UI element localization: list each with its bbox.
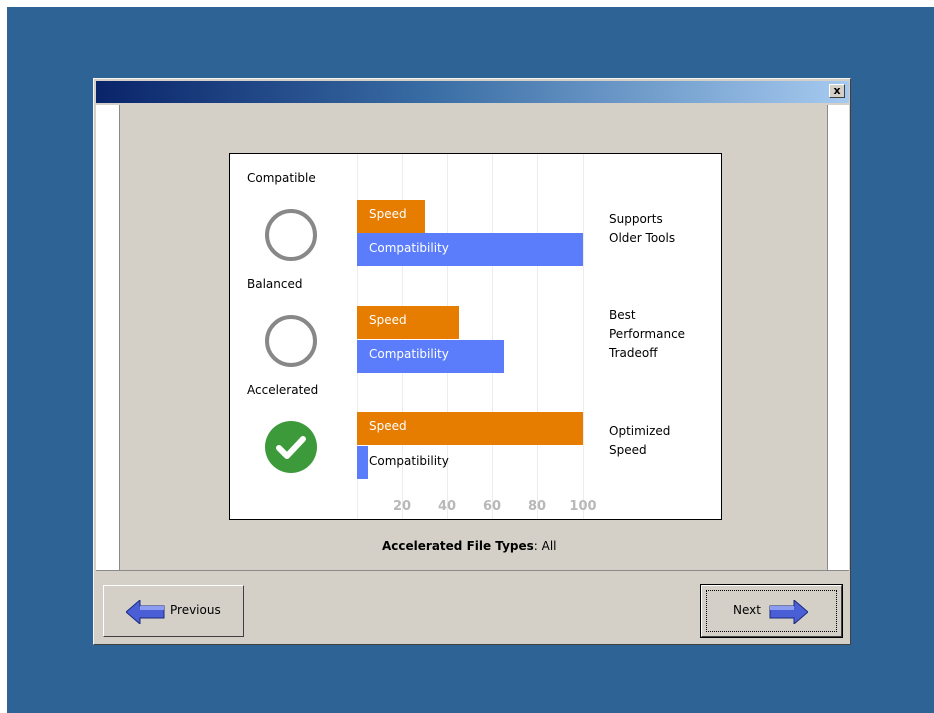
file-types-value: : All: [533, 539, 557, 553]
close-button[interactable]: x: [829, 84, 845, 98]
divider: [96, 570, 849, 571]
left-border-strip: [96, 105, 120, 571]
grid-line: [492, 154, 493, 519]
axis-tick-label: 100: [569, 499, 597, 514]
right-border-strip: [827, 105, 849, 571]
arrow-right-icon: [769, 600, 808, 624]
next-button[interactable]: Next: [700, 584, 843, 638]
description-line: Tradeoff: [609, 346, 658, 360]
compatibility-bar: [357, 446, 368, 479]
description-line: Optimized: [609, 424, 671, 438]
option-compatible-title: Compatible: [247, 171, 316, 185]
option-accelerated-title: Accelerated: [247, 383, 319, 397]
description-line: Speed: [609, 443, 647, 457]
compatibility-bar-label: Compatibility: [369, 241, 449, 255]
axis-tick-label: 80: [527, 499, 547, 514]
previous-button-label: Previous: [170, 603, 221, 617]
description-line: Supports: [609, 212, 663, 226]
file-types-label: Accelerated File Types: [382, 539, 534, 553]
setup-dialog: x Compatible Speed Compatibility Support…: [93, 78, 851, 645]
accelerated-file-types: Accelerated File Types: All: [382, 539, 557, 553]
next-button-label: Next: [733, 603, 761, 617]
option-compatible-radio-icon[interactable]: [265, 209, 317, 261]
option-balanced-title: Balanced: [247, 277, 303, 291]
content-frame: Compatible Speed Compatibility Supports …: [96, 105, 849, 571]
option-balanced-description: Best Performance Tradeoff: [609, 306, 685, 363]
speed-bar-label: Speed: [369, 313, 407, 327]
option-compatible-description: Supports Older Tools: [609, 210, 675, 248]
grid-line: [537, 154, 538, 519]
axis-tick-label: 60: [482, 499, 502, 514]
compatibility-bar-label: Compatibility: [369, 454, 449, 468]
description-line: Performance: [609, 327, 686, 341]
grid-line: [583, 154, 584, 519]
speed-bar-label: Speed: [369, 207, 407, 221]
previous-button[interactable]: Previous: [103, 585, 244, 637]
axis-tick-label: 20: [392, 499, 412, 514]
mode-comparison-panel: Compatible Speed Compatibility Supports …: [229, 153, 722, 520]
title-bar: x: [96, 81, 849, 103]
option-accelerated-description: Optimized Speed: [609, 422, 670, 460]
description-line: Best: [609, 308, 636, 322]
description-line: Older Tools: [609, 231, 676, 245]
option-balanced-radio-icon[interactable]: [265, 315, 317, 367]
compatibility-bar-label: Compatibility: [369, 347, 449, 361]
close-icon: x: [833, 84, 841, 97]
axis-tick-label: 40: [437, 499, 457, 514]
option-accelerated-selected-check-icon[interactable]: [265, 421, 317, 473]
speed-bar-label: Speed: [369, 419, 407, 433]
arrow-left-icon: [126, 600, 165, 624]
